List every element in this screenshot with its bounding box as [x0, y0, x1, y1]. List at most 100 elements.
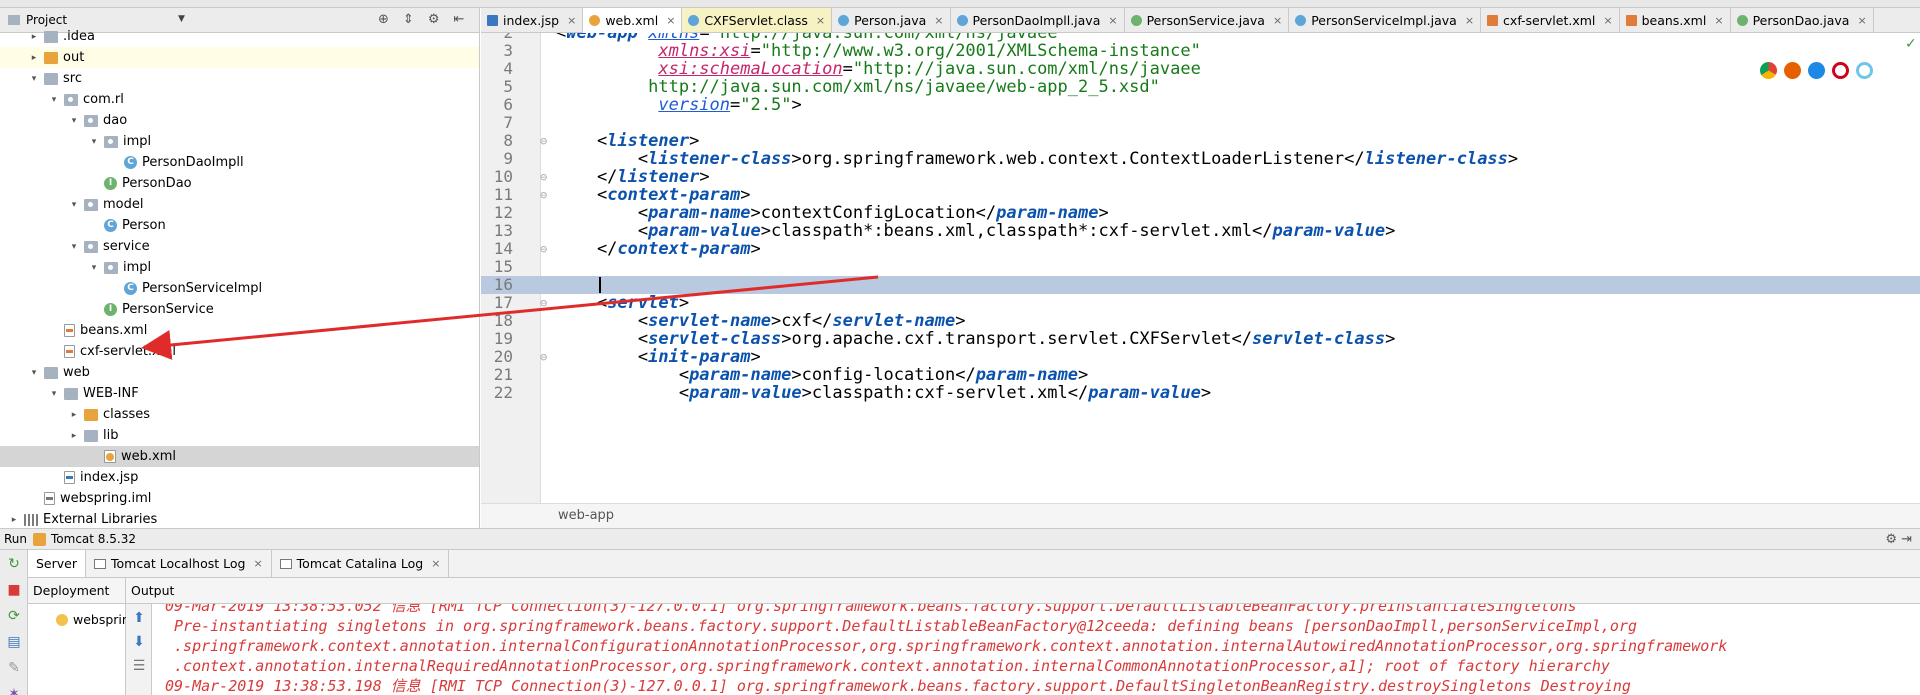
code-line[interactable]: 21 <param-name>config-location</param-na… [481, 366, 1920, 385]
editor-tab[interactable]: PersonDaoImpll.java × [951, 8, 1125, 32]
expand-arrow-icon[interactable]: ▸ [28, 53, 40, 63]
tree-item[interactable]: ▸ External Libraries [0, 509, 479, 528]
run-settings-icon[interactable]: ⚙ ⇥ [1885, 532, 1912, 547]
code-line[interactable]: 6 version="2.5"> [481, 96, 1920, 115]
wrap-icon[interactable]: ☰ [131, 658, 147, 674]
expand-arrow-icon[interactable]: ▾ [48, 95, 60, 105]
tree-item[interactable]: cxf-servlet.xml [0, 341, 479, 362]
close-icon[interactable]: × [666, 14, 675, 27]
editor-tab[interactable]: index.jsp × [481, 8, 584, 32]
tree-item[interactable]: ▾ WEB-INF [0, 383, 479, 404]
tree-item[interactable]: C PersonDaoImpll [0, 152, 479, 173]
code-line[interactable]: 11 ⊖ <context-param> [481, 186, 1920, 205]
editor-tab[interactable]: PersonService.java × [1125, 8, 1290, 32]
tree-item[interactable]: ▸ .idea [0, 26, 479, 47]
ie-icon[interactable] [1856, 62, 1873, 79]
update-icon[interactable]: ⟳ [6, 608, 22, 624]
close-icon[interactable]: × [1273, 14, 1282, 27]
expand-arrow-icon[interactable]: ▾ [28, 368, 40, 378]
deploy-icon[interactable]: ▤ [6, 634, 22, 650]
run-config-name[interactable]: Tomcat 8.5.32 [51, 532, 136, 546]
close-icon[interactable]: × [1465, 14, 1474, 27]
tree-item[interactable]: C Person [0, 215, 479, 236]
chrome-icon[interactable] [1760, 62, 1777, 79]
expand-arrow-icon[interactable]: ▾ [88, 263, 100, 273]
close-icon[interactable]: × [431, 557, 440, 570]
expand-arrow-icon[interactable]: ▸ [8, 515, 20, 525]
tree-item[interactable]: ▾ web [0, 362, 479, 383]
expand-arrow-icon[interactable]: ▾ [48, 389, 60, 399]
code-line[interactable]: 5 http://java.sun.com/xml/ns/javaee/web-… [481, 78, 1920, 97]
tree-item[interactable]: ▾ impl [0, 257, 479, 278]
target-icon[interactable]: ⊕ [378, 12, 389, 27]
expand-arrow-icon[interactable]: ▾ [68, 242, 80, 252]
fold-icon[interactable]: ⊖ [540, 168, 550, 186]
close-icon[interactable]: × [1108, 14, 1117, 27]
pin-icon[interactable]: ✎ [6, 660, 22, 676]
tree-item[interactable]: ▾ com.rl [0, 89, 479, 110]
tree-item[interactable]: I PersonService [0, 299, 479, 320]
code-line[interactable]: 8 ⊖ <listener> [481, 132, 1920, 151]
safari-icon[interactable] [1808, 62, 1825, 79]
expand-arrow-icon[interactable]: ▾ [68, 200, 80, 210]
scroll-down-icon[interactable]: ⬇ [131, 634, 147, 650]
tree-item[interactable]: ▾ src [0, 68, 479, 89]
code-editor[interactable]: 2<web-app xmlns="http://java.sun.com/xml… [481, 33, 1920, 503]
inspection-ok-icon[interactable]: ✓ [1905, 36, 1917, 52]
scroll-up-icon[interactable]: ⬆ [131, 610, 147, 626]
code-line[interactable]: 3 xmlns:xsi="http://www.w3.org/2001/XMLS… [481, 42, 1920, 61]
code-line[interactable]: 17 ⊖ <servlet> [481, 294, 1920, 313]
tree-item[interactable]: ▸ classes [0, 404, 479, 425]
close-icon[interactable]: × [1714, 14, 1723, 27]
run-tab[interactable]: Server [28, 550, 86, 577]
code-line[interactable]: 16 [481, 276, 1920, 294]
firefox-icon[interactable] [1784, 62, 1801, 79]
code-line[interactable]: 10 ⊖ </listener> [481, 168, 1920, 187]
tree-item[interactable]: C PersonServiceImpl [0, 278, 479, 299]
gear-icon[interactable]: ⚙ [428, 12, 440, 27]
close-icon[interactable]: × [253, 557, 262, 570]
expand-arrow-icon[interactable]: ▸ [68, 431, 80, 441]
expand-arrow-icon[interactable]: ▾ [28, 74, 40, 84]
close-icon[interactable]: × [1603, 14, 1612, 27]
fold-icon[interactable]: ⊖ [540, 240, 550, 258]
stop-icon[interactable]: ■ [6, 582, 22, 598]
fold-icon[interactable]: ⊖ [540, 348, 550, 366]
tree-item[interactable]: webspring.iml [0, 488, 479, 509]
code-line[interactable]: 7 [481, 114, 1920, 132]
code-line[interactable]: 14 ⊖ </context-param> [481, 240, 1920, 259]
code-line[interactable]: 20 ⊖ <init-param> [481, 348, 1920, 367]
editor-tab[interactable]: PersonDao.java × [1731, 8, 1874, 32]
editor-tab[interactable]: Person.java × [832, 8, 951, 32]
code-line[interactable]: 4 xsi:schemaLocation="http://java.sun.co… [481, 60, 1920, 79]
editor-tab[interactable]: CXFServlet.class × [682, 8, 833, 32]
code-line[interactable]: 15 [481, 258, 1920, 276]
chevron-down-icon[interactable]: ▼ [178, 14, 185, 24]
expand-arrow-icon[interactable]: ▾ [68, 116, 80, 126]
console-output[interactable]: 09-Mar-2019 13:38:53.052 信息 [RMI TCP Con… [152, 604, 1920, 695]
tree-item[interactable]: beans.xml [0, 320, 479, 341]
tree-item[interactable]: I PersonDao [0, 173, 479, 194]
tree-item[interactable]: ▸ out [0, 47, 479, 68]
rerun-icon[interactable]: ↻ [6, 556, 22, 572]
fold-icon[interactable]: ⊖ [540, 294, 550, 312]
tree-item[interactable]: index.jsp [0, 467, 479, 488]
tree-item[interactable]: ▾ model [0, 194, 479, 215]
debug-icon[interactable]: ✶ [6, 686, 22, 695]
code-line[interactable]: 13 <param-value>classpath*:beans.xml,cla… [481, 222, 1920, 241]
collapse-icon[interactable]: ⇕ [403, 12, 414, 27]
close-icon[interactable]: × [816, 14, 825, 27]
code-line[interactable]: 12 <param-name>contextConfigLocation</pa… [481, 204, 1920, 223]
run-tab[interactable]: Tomcat Catalina Log × [272, 550, 450, 577]
close-icon[interactable]: × [934, 14, 943, 27]
expand-arrow-icon[interactable]: ▸ [28, 32, 40, 42]
run-tab[interactable]: Tomcat Localhost Log × [86, 550, 272, 577]
editor-tab[interactable]: web.xml × [583, 8, 683, 33]
deployment-item[interactable]: webspring [56, 612, 126, 627]
expand-arrow-icon[interactable]: ▾ [88, 137, 100, 147]
editor-tab[interactable]: beans.xml × [1620, 8, 1731, 32]
code-line[interactable]: 9 <listener-class>org.springframework.we… [481, 150, 1920, 169]
tree-item[interactable]: ▾ service [0, 236, 479, 257]
close-icon[interactable]: × [1857, 14, 1866, 27]
code-line[interactable]: 18 <servlet-name>cxf</servlet-name> [481, 312, 1920, 331]
